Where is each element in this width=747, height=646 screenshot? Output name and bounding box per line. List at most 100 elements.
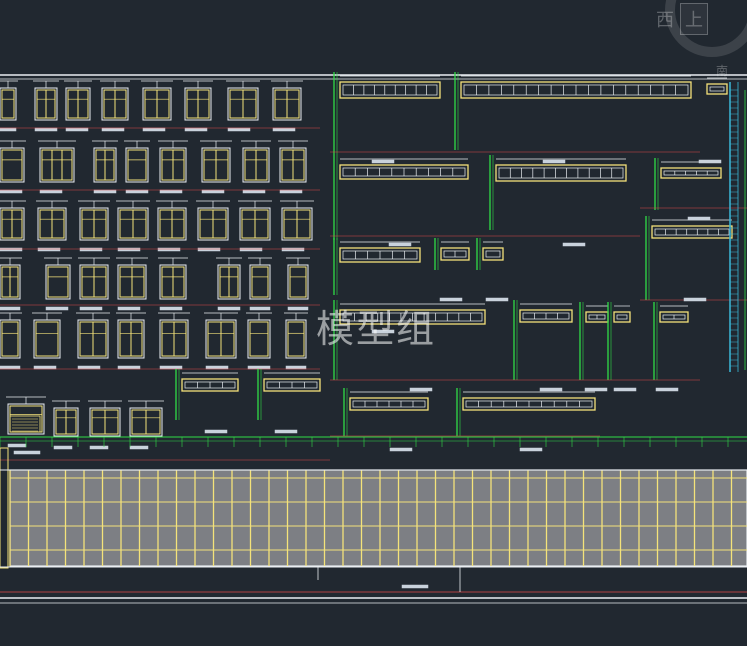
door-tag-r1-7 bbox=[279, 189, 303, 194]
door-tag-r3-3 bbox=[117, 306, 141, 311]
leader-tag-6 bbox=[439, 297, 463, 302]
strip-window-b2-inner bbox=[498, 167, 624, 179]
door-tag-r4-7 bbox=[285, 365, 307, 370]
strip-window-e4-inner bbox=[616, 314, 628, 320]
door-tag-r0-6 bbox=[227, 127, 251, 132]
curtain-tag bbox=[401, 584, 429, 589]
door-elevation-r4-0 bbox=[0, 319, 21, 359]
door-tag-r1-2 bbox=[93, 189, 117, 194]
door-elevation-r4-7 bbox=[285, 319, 307, 359]
door-tag-r2-2 bbox=[79, 247, 103, 252]
door-tag-r3-5 bbox=[217, 306, 241, 311]
leader-tag-1 bbox=[542, 159, 566, 164]
curtain-legend-tag bbox=[13, 450, 41, 455]
door-elevation-r1-0 bbox=[0, 147, 25, 183]
strip-window-a1-inner bbox=[342, 84, 438, 96]
door-elevation-r3-1-inner bbox=[47, 266, 69, 298]
door-elevation-r3-1 bbox=[45, 264, 71, 300]
door-tag-r1-1 bbox=[39, 189, 63, 194]
strip-window-c1-inner bbox=[654, 228, 730, 236]
door-tag-r3-1 bbox=[45, 306, 69, 311]
door-elevation-r3-7-inner bbox=[289, 266, 307, 298]
door-tag-r0-4 bbox=[142, 127, 166, 132]
leader-tag-17 bbox=[204, 429, 228, 434]
door-tag-r4-0 bbox=[0, 365, 21, 370]
door-tag-r4-3 bbox=[117, 365, 141, 370]
door-elevation-r4-0-inner bbox=[1, 321, 19, 357]
strip-window-b3-inner bbox=[663, 170, 719, 176]
curtain-end-post bbox=[0, 447, 9, 569]
leader-tag-10 bbox=[409, 387, 433, 392]
leader-tag-0 bbox=[371, 159, 395, 164]
door-tag-r2-1 bbox=[37, 247, 61, 252]
door-elevation-r0-0-inner bbox=[1, 89, 15, 119]
strip-window-a3-inner bbox=[709, 86, 725, 92]
door-tag-r2-3 bbox=[117, 247, 141, 252]
viewcube-top-face[interactable]: 上 bbox=[680, 3, 708, 35]
strip-window-b2 bbox=[495, 164, 627, 182]
leader-tag-12 bbox=[584, 387, 608, 392]
door-elevation-r1-3-inner bbox=[127, 149, 147, 181]
small-window-tag-0 bbox=[7, 443, 27, 448]
door-tag-r2-4 bbox=[157, 247, 181, 252]
door-tag-r3-7 bbox=[287, 306, 309, 311]
door-tag-r4-2 bbox=[77, 365, 101, 370]
door-tag-r1-0 bbox=[0, 189, 23, 194]
door-tag-r0-0 bbox=[0, 127, 17, 132]
leader-tag-15 bbox=[389, 447, 413, 452]
leader-tag-8 bbox=[683, 297, 707, 302]
leader-tag-4 bbox=[562, 242, 586, 247]
door-elevation-r4-1-inner bbox=[35, 321, 59, 357]
strip-window-e4 bbox=[613, 311, 631, 323]
door-elevation-r3-6-inner bbox=[251, 266, 269, 298]
door-elevation-r3-6 bbox=[249, 264, 271, 300]
watermark: 模型组 bbox=[316, 307, 437, 351]
door-tag-r0-1 bbox=[34, 127, 58, 132]
leader-tag-14 bbox=[655, 387, 679, 392]
leader-tag-5 bbox=[388, 242, 412, 247]
viewcube-south-label[interactable]: 南 bbox=[716, 62, 728, 79]
door-tag-r0-7 bbox=[272, 127, 296, 132]
door-elevation-r4-6 bbox=[247, 319, 271, 359]
strip-window-c1 bbox=[651, 225, 733, 239]
door-elevation-r3-7 bbox=[287, 264, 309, 300]
door-tag-r4-1 bbox=[33, 365, 57, 370]
door-tag-r1-3 bbox=[125, 189, 149, 194]
door-elevation-r1-0-inner bbox=[1, 149, 23, 181]
door-tag-r1-4 bbox=[159, 189, 183, 194]
leader-tag-13 bbox=[613, 387, 637, 392]
strip-window-a1 bbox=[339, 81, 441, 99]
leader-tag-11 bbox=[539, 387, 563, 392]
door-elevation-r1-1 bbox=[39, 147, 75, 183]
door-tag-r4-6 bbox=[247, 365, 271, 370]
leader-tag-16 bbox=[519, 447, 543, 452]
small-window-tag-1 bbox=[53, 445, 73, 450]
door-tag-r4-4 bbox=[159, 365, 183, 370]
door-tag-r3-2 bbox=[79, 306, 103, 311]
door-tag-r3-4 bbox=[159, 306, 183, 311]
door-tag-r2-7 bbox=[281, 247, 305, 252]
door-tag-r1-5 bbox=[201, 189, 225, 194]
door-elevation-r4-7-inner bbox=[287, 321, 305, 357]
strip-window-c4-inner bbox=[485, 250, 501, 258]
leader-tag-7 bbox=[485, 297, 509, 302]
door-elevation-r4-1 bbox=[33, 319, 61, 359]
viewcube-west-label[interactable]: 西 bbox=[656, 6, 674, 32]
door-elevation-r4-6-inner bbox=[249, 321, 269, 357]
small-window-tag-2 bbox=[89, 445, 109, 450]
louver-panel bbox=[9, 415, 41, 433]
door-elevation-r1-3 bbox=[125, 147, 149, 183]
door-tag-r2-0 bbox=[0, 247, 23, 252]
door-tag-r0-5 bbox=[184, 127, 208, 132]
door-tag-r0-2 bbox=[65, 127, 89, 132]
door-elevation-r1-1-inner bbox=[41, 149, 73, 181]
small-window-tag-3 bbox=[129, 445, 149, 450]
leader-tag-2 bbox=[698, 159, 722, 164]
door-tag-r1-6 bbox=[242, 189, 266, 194]
door-tag-r3-6 bbox=[249, 306, 271, 311]
door-tag-r2-6 bbox=[239, 247, 263, 252]
door-tag-r3-0 bbox=[0, 306, 21, 311]
cad-drawing-canvas[interactable]: 西 上 南 模型组 bbox=[0, 0, 747, 646]
door-tag-r0-3 bbox=[101, 127, 125, 132]
door-tag-r4-5 bbox=[205, 365, 229, 370]
